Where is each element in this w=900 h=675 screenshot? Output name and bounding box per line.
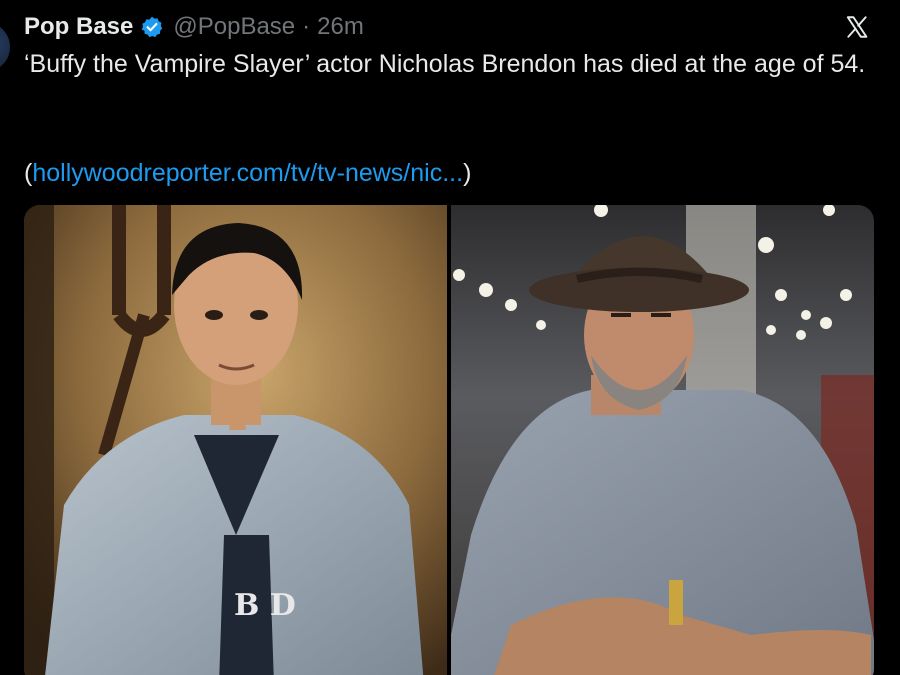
avatar[interactable] xyxy=(0,22,10,72)
verified-badge-icon xyxy=(141,16,163,38)
article-link[interactable]: hollywoodreporter.com/tv/tv-news/nic... xyxy=(32,159,463,187)
separator-dot: · xyxy=(302,13,311,40)
author-name[interactable]: Pop Base xyxy=(24,13,133,41)
photo-left[interactable]: B D xyxy=(24,205,447,675)
author-handle[interactable]: @PopBase xyxy=(173,13,295,41)
media-grid: B D xyxy=(24,205,874,675)
shirt-print-text: B D xyxy=(234,588,296,623)
tweet-timestamp[interactable]: 26m xyxy=(317,13,364,41)
tweet: Pop Base @PopBase · 26m ‘Buffy the Vampire… xyxy=(0,0,900,675)
link-close-paren: ) xyxy=(463,159,472,187)
tweet-link-line: (hollywoodreporter.com/tv/tv-news/nic...… xyxy=(24,157,471,190)
tweet-header: Pop Base @PopBase · 26m xyxy=(24,10,364,44)
x-close-icon xyxy=(846,16,868,38)
tweet-text: ‘Buffy the Vampire Slayer’ actor Nichola… xyxy=(24,50,866,78)
close-button[interactable] xyxy=(840,10,874,44)
photo-right[interactable] xyxy=(451,205,874,675)
